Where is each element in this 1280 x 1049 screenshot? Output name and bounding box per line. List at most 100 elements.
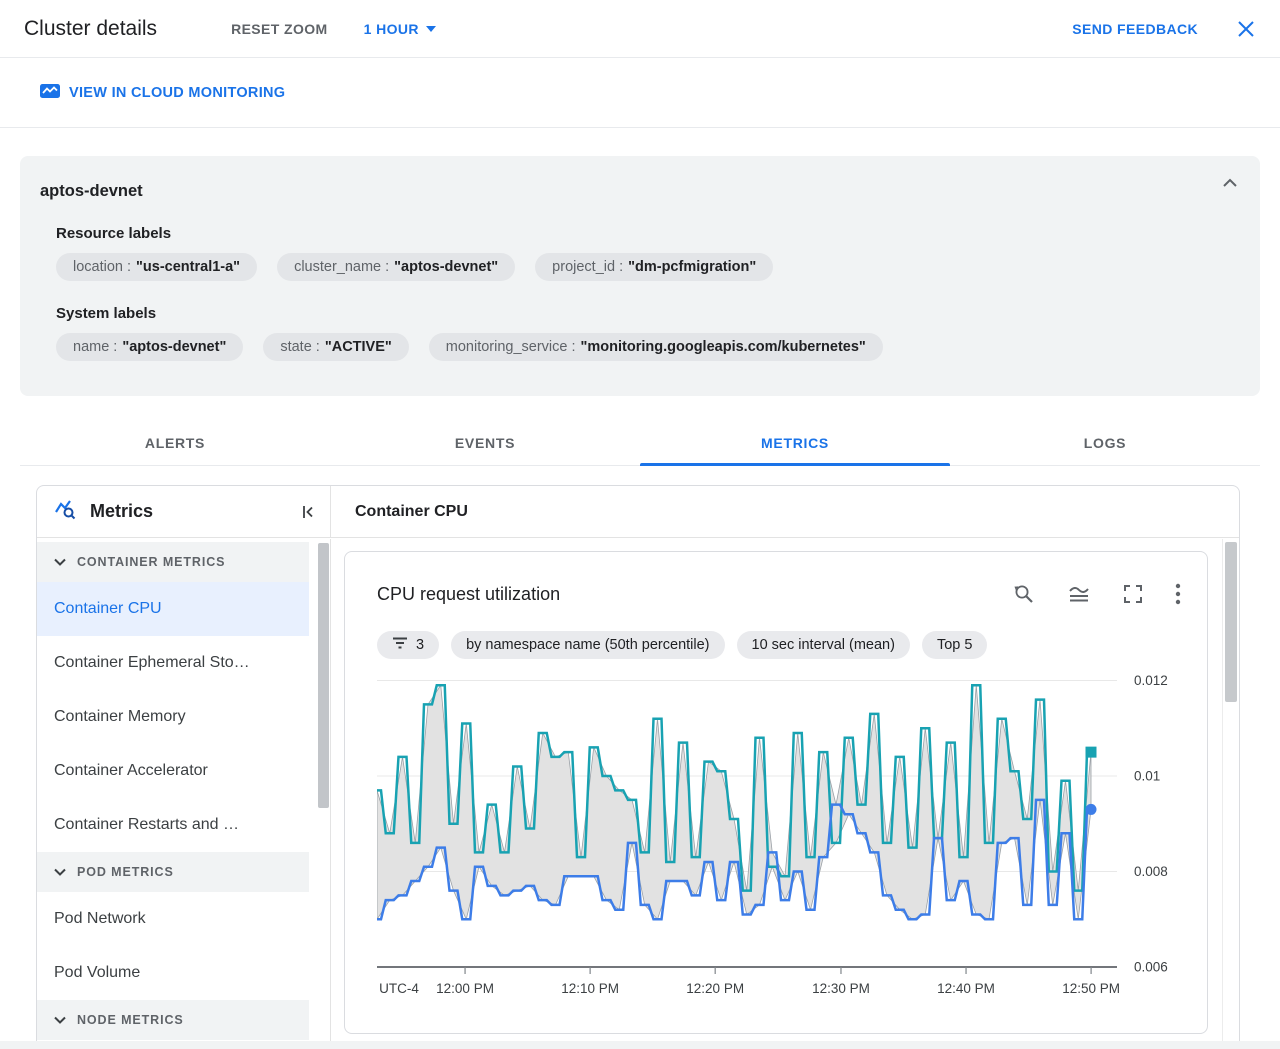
chart-type-button[interactable] — [1067, 582, 1091, 606]
svg-text:0.012: 0.012 — [1134, 673, 1168, 688]
cpu-chart-svg: 12:00 PM 12:10 PM 12:20 PM 12:30 PM 12:40 PM… — [376, 673, 1168, 996]
time-range-label: 1 HOUR — [363, 20, 419, 37]
collapse-card-button[interactable] — [1222, 178, 1238, 188]
time-range-dropdown[interactable]: 1 HOUR — [364, 21, 436, 37]
content-scrollbar[interactable] — [1225, 542, 1237, 702]
content-scrollbar-track — [1222, 539, 1223, 1041]
chevron-down-icon — [425, 25, 436, 32]
section-label: POD METRICS — [77, 865, 174, 879]
chart-toolbar — [1012, 582, 1181, 606]
more-options-button[interactable] — [1175, 583, 1181, 605]
labels-block: Resource labels location : "us-central1-… — [56, 225, 1240, 361]
resource-labels-row: location : "us-central1-a" cluster_name … — [56, 253, 1240, 281]
label-chip: project_id : "dm-pcfmigration" — [535, 253, 774, 281]
svg-text:12:00 PM: 12:00 PM — [436, 981, 494, 996]
chart-title: CPU request utilization — [377, 584, 561, 604]
metrics-sidebar: CONTAINER METRICS Container CPU Containe… — [37, 539, 331, 1041]
system-labels-heading: System labels — [56, 305, 157, 322]
svg-text:12:10 PM: 12:10 PM — [561, 981, 619, 996]
filter-chips-row: 3 by namespace name (50th percentile) 10… — [377, 631, 988, 659]
metrics-icon — [53, 497, 77, 526]
resource-labels-heading: Resource labels — [56, 225, 172, 242]
label-value: "ACTIVE" — [324, 339, 392, 355]
chevron-up-icon — [1222, 176, 1238, 191]
sidebar-item-pod-network[interactable]: Pod Network — [37, 892, 309, 946]
interval-chip[interactable]: 10 sec interval (mean) — [736, 631, 910, 659]
chart-type-icon — [1067, 587, 1091, 609]
svg-text:12:40 PM: 12:40 PM — [937, 981, 995, 996]
svg-text:0.006: 0.006 — [1134, 960, 1168, 975]
section-label: CONTAINER METRICS — [77, 555, 226, 569]
zoom-reset-icon — [1012, 585, 1036, 609]
section-node-metrics[interactable]: NODE METRICS — [37, 1000, 309, 1040]
system-labels-row: name : "aptos-devnet" state : "ACTIVE" m… — [56, 333, 1240, 361]
label-chip: monitoring_service : "monitoring.googlea… — [428, 333, 883, 361]
metrics-panel-header: Metrics — [37, 486, 331, 537]
reset-zoom-button[interactable]: RESET ZOOM — [231, 21, 328, 37]
tab-logs[interactable]: LOGS — [950, 420, 1260, 465]
panel-header: Metrics Container CPU — [37, 486, 1239, 538]
tab-bar: ALERTS EVENTS METRICS LOGS — [20, 420, 1260, 466]
label-key: project_id : — [552, 259, 624, 275]
label-key: monitoring_service : — [445, 339, 576, 355]
page-title: Cluster details — [24, 16, 158, 40]
filter-count-chip[interactable]: 3 — [377, 631, 440, 659]
top-header: Cluster details RESET ZOOM 1 HOUR SEND F… — [0, 0, 1280, 58]
more-options-icon — [1175, 583, 1181, 608]
tab-metrics[interactable]: METRICS — [640, 420, 950, 466]
sidebar-scrollbar[interactable] — [318, 543, 329, 808]
section-label: NODE METRICS — [77, 1013, 184, 1027]
cluster-info-card: aptos-devnet Resource labels location : … — [20, 156, 1260, 396]
page-bottom-strip — [0, 1041, 1280, 1049]
chart-card: CPU request utilization 3 by namespace n… — [344, 551, 1208, 1034]
label-key: name : — [73, 339, 118, 355]
label-value: "aptos-devnet" — [394, 259, 499, 275]
label-value: "dm-pcfmigration" — [628, 259, 757, 275]
sidebar-item-pod-volume[interactable]: Pod Volume — [37, 946, 309, 1000]
metrics-content: CPU request utilization 3 by namespace n… — [332, 539, 1239, 1041]
sidebar-item-container-memory[interactable]: Container Memory — [37, 690, 309, 744]
metrics-panel: Metrics Container CPU CONTAINER METRICS … — [36, 485, 1240, 1041]
label-chip: name : "aptos-devnet" — [56, 333, 244, 361]
section-pod-metrics[interactable]: POD METRICS — [37, 852, 309, 892]
tab-alerts[interactable]: ALERTS — [20, 420, 330, 465]
chevron-down-icon — [54, 555, 66, 569]
fullscreen-icon — [1122, 585, 1144, 608]
send-feedback-button[interactable]: SEND FEEDBACK — [1072, 21, 1198, 37]
fullscreen-button[interactable] — [1122, 583, 1144, 605]
view-in-cloud-monitoring-link[interactable]: VIEW IN CLOUD MONITORING — [40, 83, 285, 104]
close-button[interactable] — [1236, 19, 1256, 39]
sidebar-item-container-restarts[interactable]: Container Restarts and … — [37, 798, 309, 852]
monitoring-link-row: VIEW IN CLOUD MONITORING — [0, 59, 1280, 128]
collapse-sidebar-button[interactable] — [300, 504, 316, 520]
chart-area[interactable]: 12:00 PM 12:10 PM 12:20 PM 12:30 PM 12:40 PM… — [376, 660, 1209, 1010]
cluster-name: aptos-devnet — [40, 182, 143, 200]
label-value: "monitoring.googleapis.com/kubernetes" — [580, 339, 866, 355]
label-key: cluster_name : — [294, 259, 390, 275]
sidebar-title: Metrics — [90, 501, 154, 521]
label-chip: state : "ACTIVE" — [263, 333, 409, 361]
chevron-down-icon — [54, 1013, 66, 1027]
close-icon — [1236, 20, 1256, 42]
sidebar-item-container-cpu[interactable]: Container CPU — [37, 582, 309, 636]
cloud-monitoring-icon — [40, 83, 60, 104]
sidebar-item-container-ephemeral-storage[interactable]: Container Ephemeral Sto… — [37, 636, 309, 690]
filter-list-icon — [392, 637, 408, 653]
svg-text:UTC-4: UTC-4 — [379, 981, 419, 996]
sidebar-item-container-accelerator[interactable]: Container Accelerator — [37, 744, 309, 798]
monitoring-link-label: VIEW IN CLOUD MONITORING — [69, 85, 286, 101]
label-value: "us-central1-a" — [136, 259, 241, 275]
svg-text:12:50 PM: 12:50 PM — [1062, 981, 1120, 996]
zoom-reset-button[interactable] — [1012, 582, 1036, 606]
svg-text:12:20 PM: 12:20 PM — [686, 981, 744, 996]
content-heading: Container CPU — [355, 502, 468, 520]
label-key: state : — [280, 339, 320, 355]
topn-chip[interactable]: Top 5 — [921, 631, 988, 659]
filter-count-label: 3 — [416, 637, 425, 653]
groupby-chip[interactable]: by namespace name (50th percentile) — [451, 631, 725, 659]
svg-text:0.008: 0.008 — [1134, 864, 1168, 879]
section-container-metrics[interactable]: CONTAINER METRICS — [37, 542, 309, 582]
label-chip: location : "us-central1-a" — [56, 253, 258, 281]
svg-text:12:30 PM: 12:30 PM — [812, 981, 870, 996]
tab-events[interactable]: EVENTS — [330, 420, 640, 465]
